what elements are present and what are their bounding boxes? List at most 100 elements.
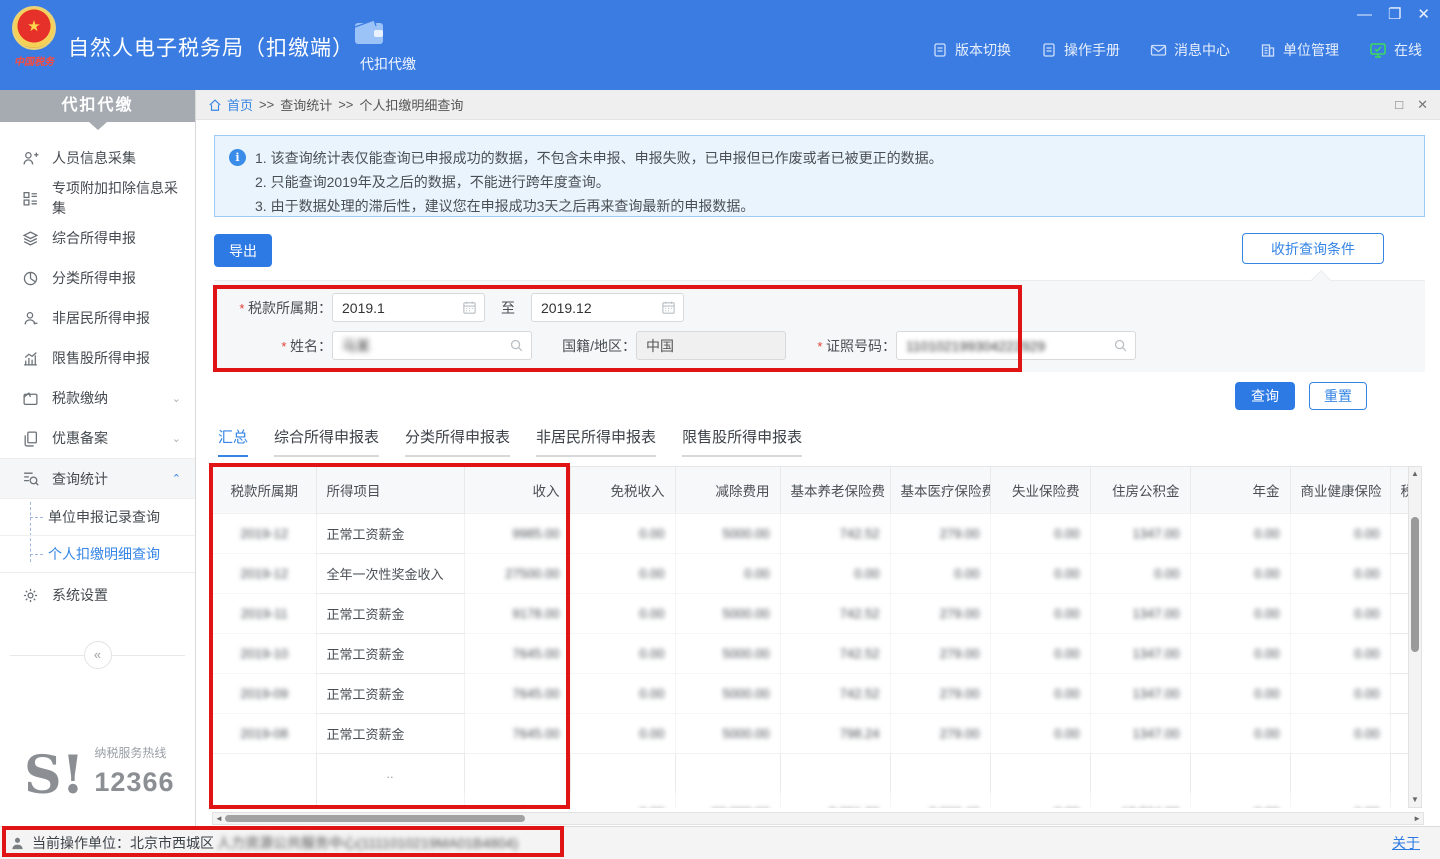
search-icon[interactable] [1113,338,1128,353]
restore-icon[interactable]: ❐ [1388,6,1401,24]
table-column-header: 收入 [464,467,570,513]
sidebar-item-label: 查询统计 [52,469,108,489]
sidebar-item-preferential-filing[interactable]: 优惠备案 ⌄ [0,418,195,458]
table-cell: 279.00 [890,633,990,673]
table-cell: 0.00 [990,633,1090,673]
breadcrumb-separator: >> [338,97,353,112]
sidebar-item-special-deduction[interactable]: 专项附加扣除信息采集 [0,178,195,218]
table-cell: 0.00 [890,553,990,593]
table-cell: 正常工资薪金 [316,633,464,673]
export-button[interactable]: 导出 [214,234,272,267]
sidebar-subitem-unit-record-query[interactable]: 单位申报记录查询 [0,498,195,535]
table-cell: 0.00 [1190,673,1290,713]
sidebar-item-query-statistics[interactable]: 查询统计 ⌃ [0,458,195,498]
table-cell: 1347.00 [1090,673,1190,713]
table-row[interactable]: 2019-12全年一次性奖金收入27500.000.000.000.000.00… [213,553,1408,593]
search-icon[interactable] [509,338,524,353]
tab-nonresident[interactable]: 非居民所得申报表 [536,426,656,457]
calendar-icon[interactable] [462,300,477,315]
table-row[interactable]: 2019-08正常工资薪金7645.000.005000.00798.24279… [213,713,1408,753]
name-field[interactable] [332,331,532,360]
tab-comprehensive[interactable]: 综合所得申报表 [274,426,379,457]
breadcrumb-item[interactable]: 查询统计 [280,95,332,114]
panel-maximize-icon[interactable]: □ [1395,97,1403,113]
search-button[interactable]: 查询 [1235,382,1295,410]
period-from-field[interactable] [332,293,485,322]
sidebar-item-classified-income[interactable]: 分类所得申报 [0,258,195,298]
table-cell: 0.00 [570,713,675,753]
query-panel: 税款所属期： 至 姓名： [214,280,1425,372]
table-cell: 2019-12 [213,513,316,553]
table-row[interactable]: 2019-11正常工资薪金9178.000.005000.00742.52279… [213,593,1408,633]
tab-classified[interactable]: 分类所得申报表 [405,426,510,457]
table-row[interactable]: 2019-12正常工资薪金9985.000.005000.00742.52279… [213,513,1408,553]
sidebar-collapse-button[interactable]: « [84,641,112,669]
sidebar-subitem-personal-detail-query[interactable]: 个人扣缴明细查询 [0,535,195,572]
result-tabs: 汇总 综合所得申报表 分类所得申报表 非居民所得申报表 限售股所得申报表 [218,426,802,457]
nationality-input [637,338,785,354]
period-to-field[interactable] [531,293,684,322]
table-column-header: 税款所属期 [213,467,316,513]
table-cell [1390,553,1408,593]
sidebar-item-system-settings[interactable]: 系统设置 [0,575,195,615]
current-unit-clear: 北京市西城区 [130,833,214,853]
sidebar-item-tax-payment[interactable]: 税款缴纳 ⌄ [0,378,195,418]
table-cell: 742.52 [780,633,890,673]
scroll-right-icon[interactable]: ► [1413,813,1421,824]
sidebar-item-comprehensive-income[interactable]: 综合所得申报 [0,218,195,258]
table-total-row[interactable]: ----161,743.000.0060,000.008,991.362,960… [213,793,1408,808]
panel-close-icon[interactable]: ✕ [1417,97,1428,113]
table-cell: 0.00 [1190,553,1290,593]
tab-summary[interactable]: 汇总 [218,426,248,457]
scroll-down-icon[interactable]: ▼ [1409,794,1421,806]
horizontal-scroll-thumb[interactable] [225,815,525,822]
table-row[interactable]: .. [213,753,1408,793]
id-number-field[interactable] [896,331,1136,360]
reset-button[interactable]: 重置 [1309,382,1367,410]
id-number-input[interactable] [897,338,1135,354]
table-column-header: 税 [1390,467,1408,513]
copy-icon [22,430,39,447]
period-to-label: 至 [485,298,531,318]
sidebar-item-label: 分类所得申报 [52,268,136,288]
vertical-scroll-thumb[interactable] [1411,517,1419,652]
menu-message-center[interactable]: 消息中心 [1150,40,1230,60]
calendar-icon[interactable] [661,300,676,315]
table-cell: 0.00 [780,553,890,593]
table-row[interactable]: 2019-10正常工资薪金7645.000.005000.00742.52279… [213,633,1408,673]
table-cell: 279.00 [890,713,990,753]
wallet-icon [352,18,424,46]
about-link[interactable]: 关于 [1392,833,1420,853]
sidebar-item-label: 限售股所得申报 [52,348,150,368]
horizontal-scrollbar[interactable]: ◄ ► [212,812,1424,825]
vertical-scrollbar[interactable]: ▲ ▼ [1408,466,1422,808]
table-cell: 18,564.00 [1090,793,1190,808]
nationality-label: 国籍/地区： [532,336,636,356]
table-cell: 5000.00 [675,713,780,753]
table-cell [780,753,890,793]
sidebar-item-restricted-stock[interactable]: 限售股所得申报 [0,338,195,378]
breadcrumb-item-current: 个人扣缴明细查询 [359,95,463,114]
minimize-icon[interactable]: — [1357,6,1372,24]
tab-restricted-stock[interactable]: 限售股所得申报表 [682,426,802,457]
table-cell: 0.00 [1090,553,1190,593]
sidebar-item-nonresident-income[interactable]: 非居民所得申报 [0,298,195,338]
table-cell: 279.00 [890,593,990,633]
collapse-query-button[interactable]: 收折查询条件 [1242,233,1384,264]
menu-version-switch[interactable]: 版本切换 [932,40,1011,60]
menu-label: 单位管理 [1283,40,1339,60]
table-cell: 9178.00 [464,593,570,633]
menu-manual[interactable]: 操作手册 [1041,40,1120,60]
close-icon[interactable]: ✕ [1417,6,1430,24]
table-column-header: 失业保险费 [990,467,1090,513]
name-input[interactable] [333,338,531,354]
nav-tab-withholding[interactable]: 代扣代缴 [352,18,424,74]
breadcrumb-home[interactable]: 首页 [208,95,253,114]
table-cell: .. [316,753,464,793]
sidebar-item-personnel-info[interactable]: 人员信息采集 [0,138,195,178]
menu-unit-management[interactable]: 单位管理 [1260,40,1339,60]
table-cell: 2019-08 [213,713,316,753]
scroll-left-icon[interactable]: ◄ [215,813,223,824]
table-row[interactable]: 2019-09正常工资薪金7645.000.005000.00742.52279… [213,673,1408,713]
scroll-up-icon[interactable]: ▲ [1409,468,1421,480]
